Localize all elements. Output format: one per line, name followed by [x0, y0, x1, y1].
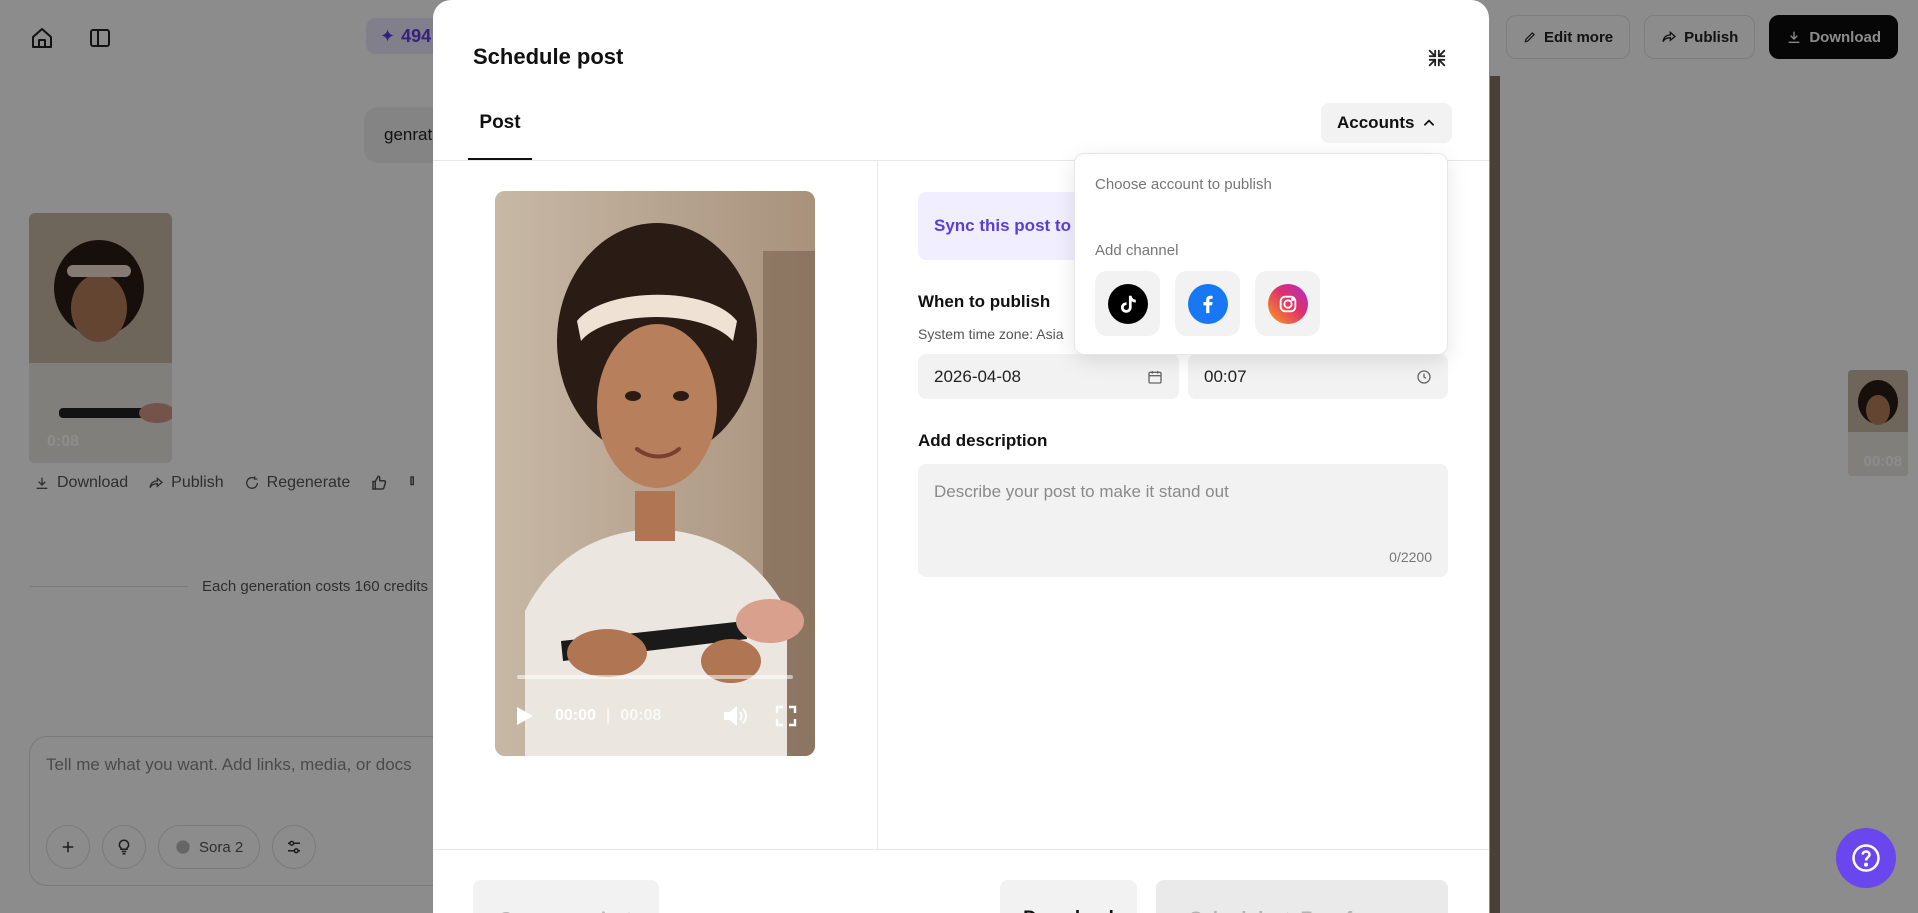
when-to-publish-title: When to publish — [918, 292, 1051, 311]
time-value: 00:07 — [1204, 366, 1247, 386]
description-input[interactable]: Describe your post to make it stand out … — [918, 464, 1448, 577]
video-controls-right — [723, 705, 797, 727]
add-tiktok-button[interactable] — [1095, 271, 1160, 336]
accounts-dropdown: Choose account to publish Add channel — [1074, 153, 1448, 355]
facebook-icon — [1187, 283, 1228, 324]
play-icon — [517, 707, 533, 725]
chevron-up-icon — [1424, 119, 1435, 126]
download-button[interactable]: Download — [1000, 880, 1137, 913]
video-frame — [495, 191, 815, 756]
add-channel-label: Add channel — [1095, 242, 1179, 259]
schedule-post-modal: Schedule post Post Accounts 00:00 | 00:0… — [433, 0, 1489, 913]
description-title: Add description — [918, 431, 1048, 450]
accounts-button[interactable]: Accounts — [1321, 103, 1453, 143]
schedule-button[interactable]: Schedule ✦ Free for now — [1156, 880, 1448, 913]
video-progress-bar[interactable] — [517, 675, 793, 679]
modal-title: Schedule post — [473, 44, 624, 69]
char-count: 0/2200 — [1389, 549, 1432, 565]
fullscreen-icon — [775, 705, 797, 727]
current-time: 00:00 — [555, 707, 596, 724]
calendar-icon — [1147, 369, 1163, 385]
tab-post[interactable]: Post — [468, 102, 532, 160]
date-field[interactable]: 2026-04-08 — [918, 354, 1179, 399]
footer-divider — [433, 849, 1489, 850]
clock-icon — [1416, 369, 1432, 385]
save-as-project-button[interactable]: Save as project — [473, 880, 659, 913]
timezone-text: System time zone: Asia — [918, 326, 1064, 342]
add-facebook-button[interactable] — [1175, 271, 1240, 336]
collapse-icon — [1428, 49, 1446, 67]
time-field[interactable]: 00:07 — [1188, 354, 1448, 399]
dropdown-header: Choose account to publish — [1095, 176, 1272, 193]
video-time: 00:00 | 00:08 — [555, 707, 661, 725]
play-button[interactable] — [515, 705, 535, 727]
volume-icon — [724, 705, 747, 727]
date-value: 2026-04-08 — [934, 366, 1021, 386]
fullscreen-button[interactable] — [775, 705, 797, 727]
help-icon — [1852, 844, 1880, 872]
time-separator: | — [605, 707, 611, 724]
tiktok-icon — [1107, 283, 1148, 324]
add-instagram-button[interactable] — [1255, 271, 1320, 336]
help-button[interactable] — [1836, 828, 1896, 888]
column-divider — [877, 161, 878, 850]
description-placeholder: Describe your post to make it stand out — [934, 482, 1229, 501]
channel-list — [1095, 271, 1320, 336]
video-controls: 00:00 | 00:08 — [515, 702, 797, 730]
total-time: 00:08 — [620, 707, 662, 724]
volume-button[interactable] — [723, 705, 749, 727]
instagram-icon — [1267, 283, 1308, 324]
video-player[interactable]: 00:00 | 00:08 — [495, 191, 815, 756]
collapse-button[interactable] — [1423, 44, 1451, 72]
